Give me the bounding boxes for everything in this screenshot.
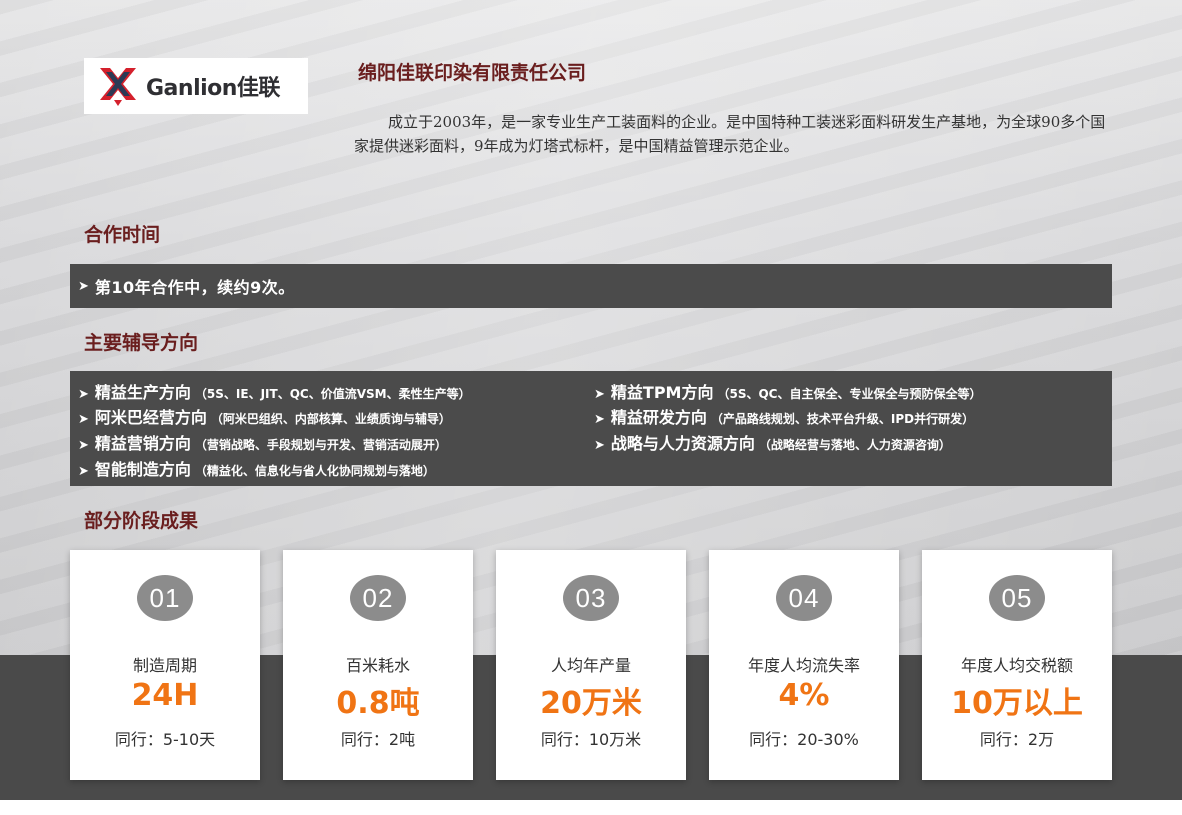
direction-item: ➤ 精益研发方向 （产品路线规划、技术平台升级、IPD并行研发）: [594, 404, 974, 428]
card-value: 20万米: [540, 686, 642, 721]
direction-main: 战略与人力资源方向: [610, 434, 755, 453]
card-label: 制造周期: [132, 656, 197, 675]
logo-wordmark: Ganlion佳联: [146, 76, 280, 101]
card-number: 03: [563, 575, 619, 621]
number-badge: 03: [563, 575, 619, 621]
card-peer: 同行：20-30%: [749, 730, 859, 749]
card-peer: 同行：2万: [979, 730, 1055, 749]
result-card: 04 年度人均流失率 4% 同行：20-30%: [709, 550, 899, 780]
directions-box: ➤ 精益生产方向 （5S、IE、JIT、QC、价值流VSM、柔性生产等） ➤ 精…: [70, 371, 1112, 486]
number-badge: 04: [776, 575, 832, 621]
company-name: 绵阳佳联印染有限责任公司: [358, 62, 587, 84]
arrow-right-icon: ➤: [78, 412, 89, 427]
direction-sub: （5S、QC、自主保全、专业保全与预防保全等）: [717, 387, 982, 401]
card-number: 04: [776, 575, 832, 621]
cooperation-text: 第10年合作中，续约9次。: [94, 278, 295, 297]
direction-main: 智能制造方向: [94, 460, 191, 479]
card-number: 05: [989, 575, 1045, 621]
cooperation-bar: ➤ 第10年合作中，续约9次。: [70, 264, 1112, 308]
result-card: 01 制造周期 24H 同行：5-10天: [70, 550, 260, 780]
direction-item: ➤ 精益营销方向 （营销战略、手段规划与开发、营销活动展开）: [78, 430, 447, 454]
card-label: 人均年产量: [550, 656, 631, 675]
direction-item: ➤ 阿米巴经营方向 （阿米巴组织、内部核算、业绩质询与辅导）: [78, 404, 451, 428]
direction-item: ➤ 战略与人力资源方向 （战略经营与落地、人力资源咨询）: [594, 430, 951, 454]
direction-main: 阿米巴经营方向: [94, 408, 207, 427]
card-label: 年度人均交税额: [960, 656, 1073, 675]
arrow-right-icon: ➤: [594, 387, 605, 402]
direction-sub: （阿米巴组织、内部核算、业绩质询与辅导）: [210, 412, 451, 426]
card-value: 0.8吨: [336, 686, 420, 721]
result-card: 05 年度人均交税额 10万以上 同行：2万: [922, 550, 1112, 780]
direction-sub: （营销战略、手段规划与开发、营销活动展开）: [194, 438, 447, 452]
card-label: 百米耗水: [345, 656, 410, 675]
direction-main: 精益生产方向: [94, 383, 191, 402]
result-card: 03 人均年产量 20万米 同行：10万米: [496, 550, 686, 780]
arrow-right-icon: ➤: [594, 412, 605, 427]
card-number: 01: [137, 575, 193, 621]
directions-title: 主要辅导方向: [84, 332, 199, 354]
card-number: 02: [350, 575, 406, 621]
direction-item: ➤ 智能制造方向 （精益化、信息化与省人化协同规划与落地）: [78, 456, 435, 480]
direction-sub: （战略经营与落地、人力资源咨询）: [758, 438, 951, 452]
results-title: 部分阶段成果: [84, 510, 199, 532]
result-card: 02 百米耗水 0.8吨 同行：2吨: [283, 550, 473, 780]
direction-main: 精益TPM方向: [610, 383, 714, 402]
card-label: 年度人均流失率: [747, 656, 860, 675]
card-value: 10万以上: [951, 686, 1083, 721]
number-badge: 01: [137, 575, 193, 621]
direction-sub: （产品路线规划、技术平台升级、IPD并行研发）: [710, 412, 975, 426]
card-value: 24H: [131, 678, 199, 713]
arrow-right-icon: ➤: [78, 438, 89, 453]
company-logo: Ganlion佳联: [84, 58, 308, 114]
arrow-right-icon: ➤: [78, 464, 89, 479]
number-badge: 02: [350, 575, 406, 621]
direction-main: 精益营销方向: [94, 434, 191, 453]
arrow-right-icon: ➤: [78, 387, 89, 402]
company-intro: 成立于2003年，是一家专业生产工装面料的企业。是中国特种工装迷彩面料研发生产基…: [354, 113, 1106, 155]
direction-item: ➤ 精益TPM方向 （5S、QC、自主保全、专业保全与预防保全等）: [594, 379, 982, 403]
card-peer: 同行：10万米: [540, 730, 642, 749]
card-peer: 同行：2吨: [340, 730, 416, 749]
direction-sub: （精益化、信息化与省人化协同规划与落地）: [194, 464, 435, 478]
cooperation-title: 合作时间: [84, 224, 161, 246]
ganlion-logo-mark-icon: [100, 68, 136, 106]
card-value: 4%: [778, 678, 830, 713]
direction-sub: （5S、IE、JIT、QC、价值流VSM、柔性生产等）: [194, 387, 471, 401]
direction-main: 精益研发方向: [610, 408, 707, 427]
arrow-right-icon: ➤: [594, 438, 605, 453]
arrow-right-icon: ➤: [78, 278, 89, 294]
card-peer: 同行：5-10天: [114, 730, 216, 749]
number-badge: 05: [989, 575, 1045, 621]
direction-item: ➤ 精益生产方向 （5S、IE、JIT、QC、价值流VSM、柔性生产等）: [78, 379, 471, 403]
